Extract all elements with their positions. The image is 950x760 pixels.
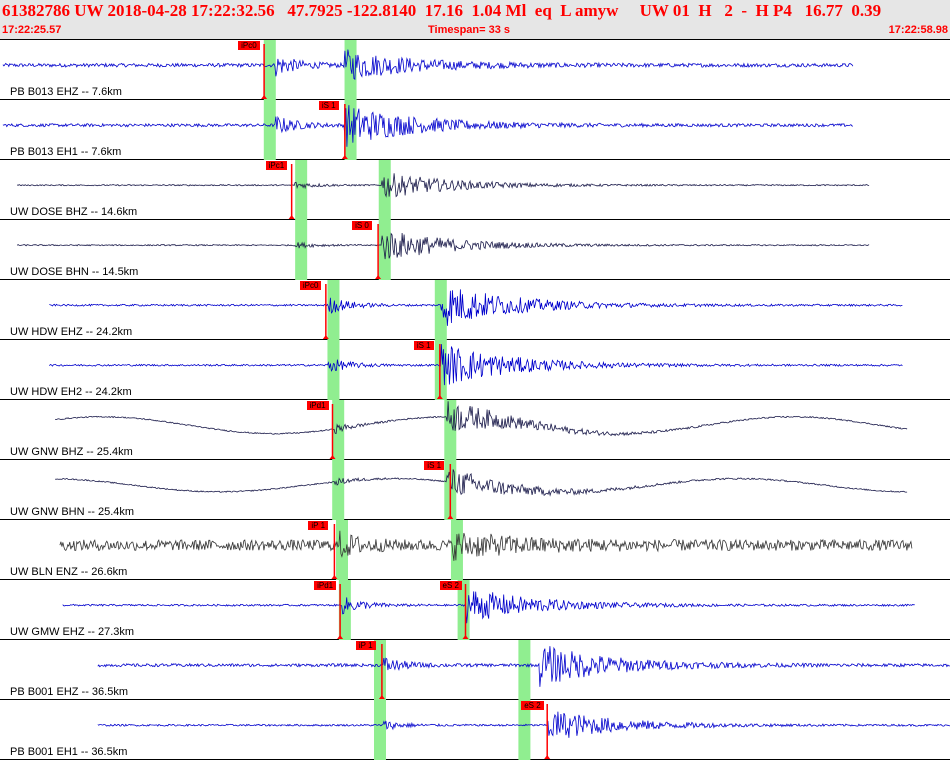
waveform-trace [49,289,903,326]
pick-tag[interactable]: iPc0 [238,41,260,50]
pick-window [295,160,308,220]
pick-window [263,40,276,100]
station-label: UW GNW BHN -- 25.4km [10,506,135,518]
pick-arrow-icon [288,215,295,219]
waveform-trace [16,232,870,260]
trace-panel[interactable]: iPc0 PB B013 EHZ -- 7.6km [0,40,950,100]
pick-tag[interactable]: eS 2 [439,581,462,590]
trace-plot [16,160,870,220]
trace-panel[interactable]: iPd1 eS 2 UW GMW EHZ -- 27.3km [0,580,950,640]
pick-tag[interactable]: iPd1 [314,581,337,590]
station-label: UW GMW EHZ -- 27.3km [10,626,135,638]
trace-panel[interactable]: iP 1 PB B001 EHZ -- 36.5km [0,640,950,700]
pick-tag[interactable]: iS 1 [424,461,445,470]
trace-plot [59,520,913,580]
station-label: UW HDW EHZ -- 24.2km [10,326,133,338]
trace-panel[interactable]: iPc0 UW HDW EHZ -- 24.2km [0,280,950,340]
station-label: UW GNW BHZ -- 25.4km [10,446,133,458]
station-label: PB B001 EH1 -- 36.5km [10,746,128,758]
station-label: PB B001 EHZ -- 36.5km [10,686,128,698]
pick-window [374,700,386,760]
event-header: 61382786 UW 2018-04-28 17:22:32.56 47.79… [0,0,950,40]
timespan-label: Timespan= 33 s [428,24,511,36]
station-label: UW DOSE BHN -- 14.5km [10,266,139,278]
waveform-trace [55,469,908,497]
trace-panel[interactable]: iS 0 UW DOSE BHN -- 14.5km [0,220,950,280]
waveform-trace [2,49,854,80]
trace-plot [49,280,903,340]
pick-tag[interactable]: iPc0 [299,281,322,290]
trace-panel[interactable]: iP 1 UW BLN ENZ -- 26.6km [0,520,950,580]
station-label: UW HDW EH2 -- 24.2km [10,386,132,398]
station-label: PB B013 EHZ -- 7.6km [10,86,122,98]
pick-tag[interactable]: iS 1 [318,101,339,110]
waveform-trace [2,105,854,147]
pick-tag[interactable]: iP 1 [308,521,329,530]
pick-window [295,220,308,280]
pick-tag[interactable]: iPc1 [265,161,288,170]
pick-window [332,460,345,520]
trace-plot [97,700,950,760]
waveform-trace [16,173,870,198]
station-label: UW DOSE BHZ -- 14.6km [10,206,138,218]
pick-tag[interactable]: iP 1 [355,641,376,650]
pick-tag[interactable]: iS 0 [352,221,372,230]
trace-panel[interactable]: iPd1 UW GNW BHZ -- 25.4km [0,400,950,460]
trace-panel[interactable]: iS 1 UW GNW BHN -- 25.4km [0,460,950,520]
pick-window [263,100,276,160]
trace-panel[interactable]: iS 1 UW HDW EH2 -- 24.2km [0,340,950,400]
trace-plot [49,340,903,400]
pick-window [374,640,386,700]
pick-window [344,40,357,100]
trace-plot [55,460,908,520]
pick-window [518,640,531,700]
trace-plot [16,220,870,280]
trace-plot [97,640,950,700]
waveform-trace [59,530,913,561]
pick-arrow-icon [544,755,551,759]
waveform-trace [54,401,908,437]
seismogram-panels: iPc0 PB B013 EHZ -- 7.6km iS 1 PB B013 EH1 … [0,40,950,760]
time-end-label: 17:22:58.98 [888,24,948,36]
time-start-label: 17:22:25.57 [2,24,62,36]
event-summary-line: 61382786 UW 2018-04-28 17:22:32.56 47.79… [2,1,882,20]
trace-plot [54,400,908,460]
waveform-trace [62,591,915,624]
pick-tag[interactable]: eS 2 [521,701,544,710]
trace-plot [62,580,915,640]
pick-tag[interactable]: iS 1 [413,341,434,350]
trace-panel[interactable]: iPc1 UW DOSE BHZ -- 14.6km [0,160,950,220]
pick-window [434,280,447,340]
trace-panel[interactable]: eS 2 PB B001 EH1 -- 36.5km [0,700,950,760]
pick-tag[interactable]: iPd1 [306,401,329,410]
waveform-trace [49,344,903,386]
station-label: PB B013 EH1 -- 7.6km [10,146,122,158]
trace-panel[interactable]: iS 1 PB B013 EH1 -- 7.6km [0,100,950,160]
pick-window [327,340,340,400]
trace-plot [2,100,854,160]
trace-plot [2,40,854,100]
pick-window [444,400,457,460]
station-label: UW BLN ENZ -- 26.6km [10,566,128,578]
